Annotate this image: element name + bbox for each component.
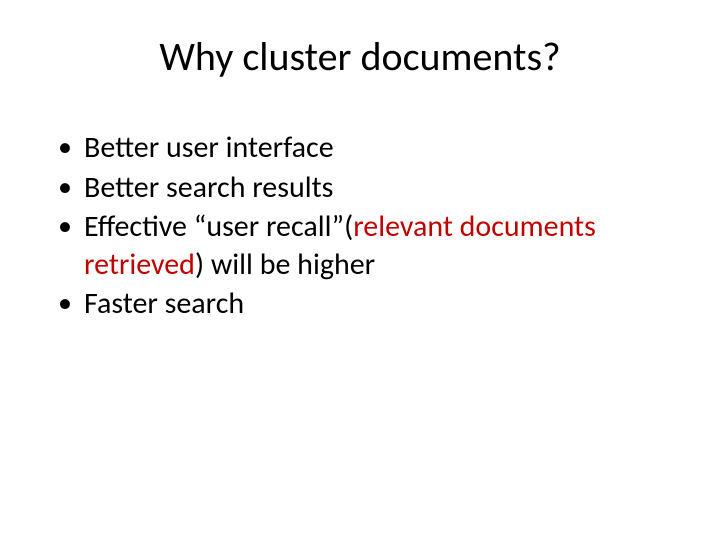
bullet-list: Better user interface Better search resu… — [40, 129, 680, 323]
bullet-text-post: ) will be higher — [195, 246, 375, 283]
bullet-text-pre: Effective “user recall”( — [84, 208, 353, 245]
bullet-text: Faster search — [84, 285, 244, 322]
bullet-text: Better search results — [84, 169, 333, 206]
list-item: Better search results — [58, 169, 680, 207]
list-item: Faster search — [58, 285, 680, 323]
list-item: Better user interface — [58, 129, 680, 167]
bullet-text: Better user interface — [84, 129, 334, 166]
list-item: Effective “user recall”(relevant documen… — [58, 208, 680, 283]
slide-container: Why cluster documents? Better user inter… — [0, 0, 720, 540]
slide-title: Why cluster documents? — [40, 32, 680, 81]
